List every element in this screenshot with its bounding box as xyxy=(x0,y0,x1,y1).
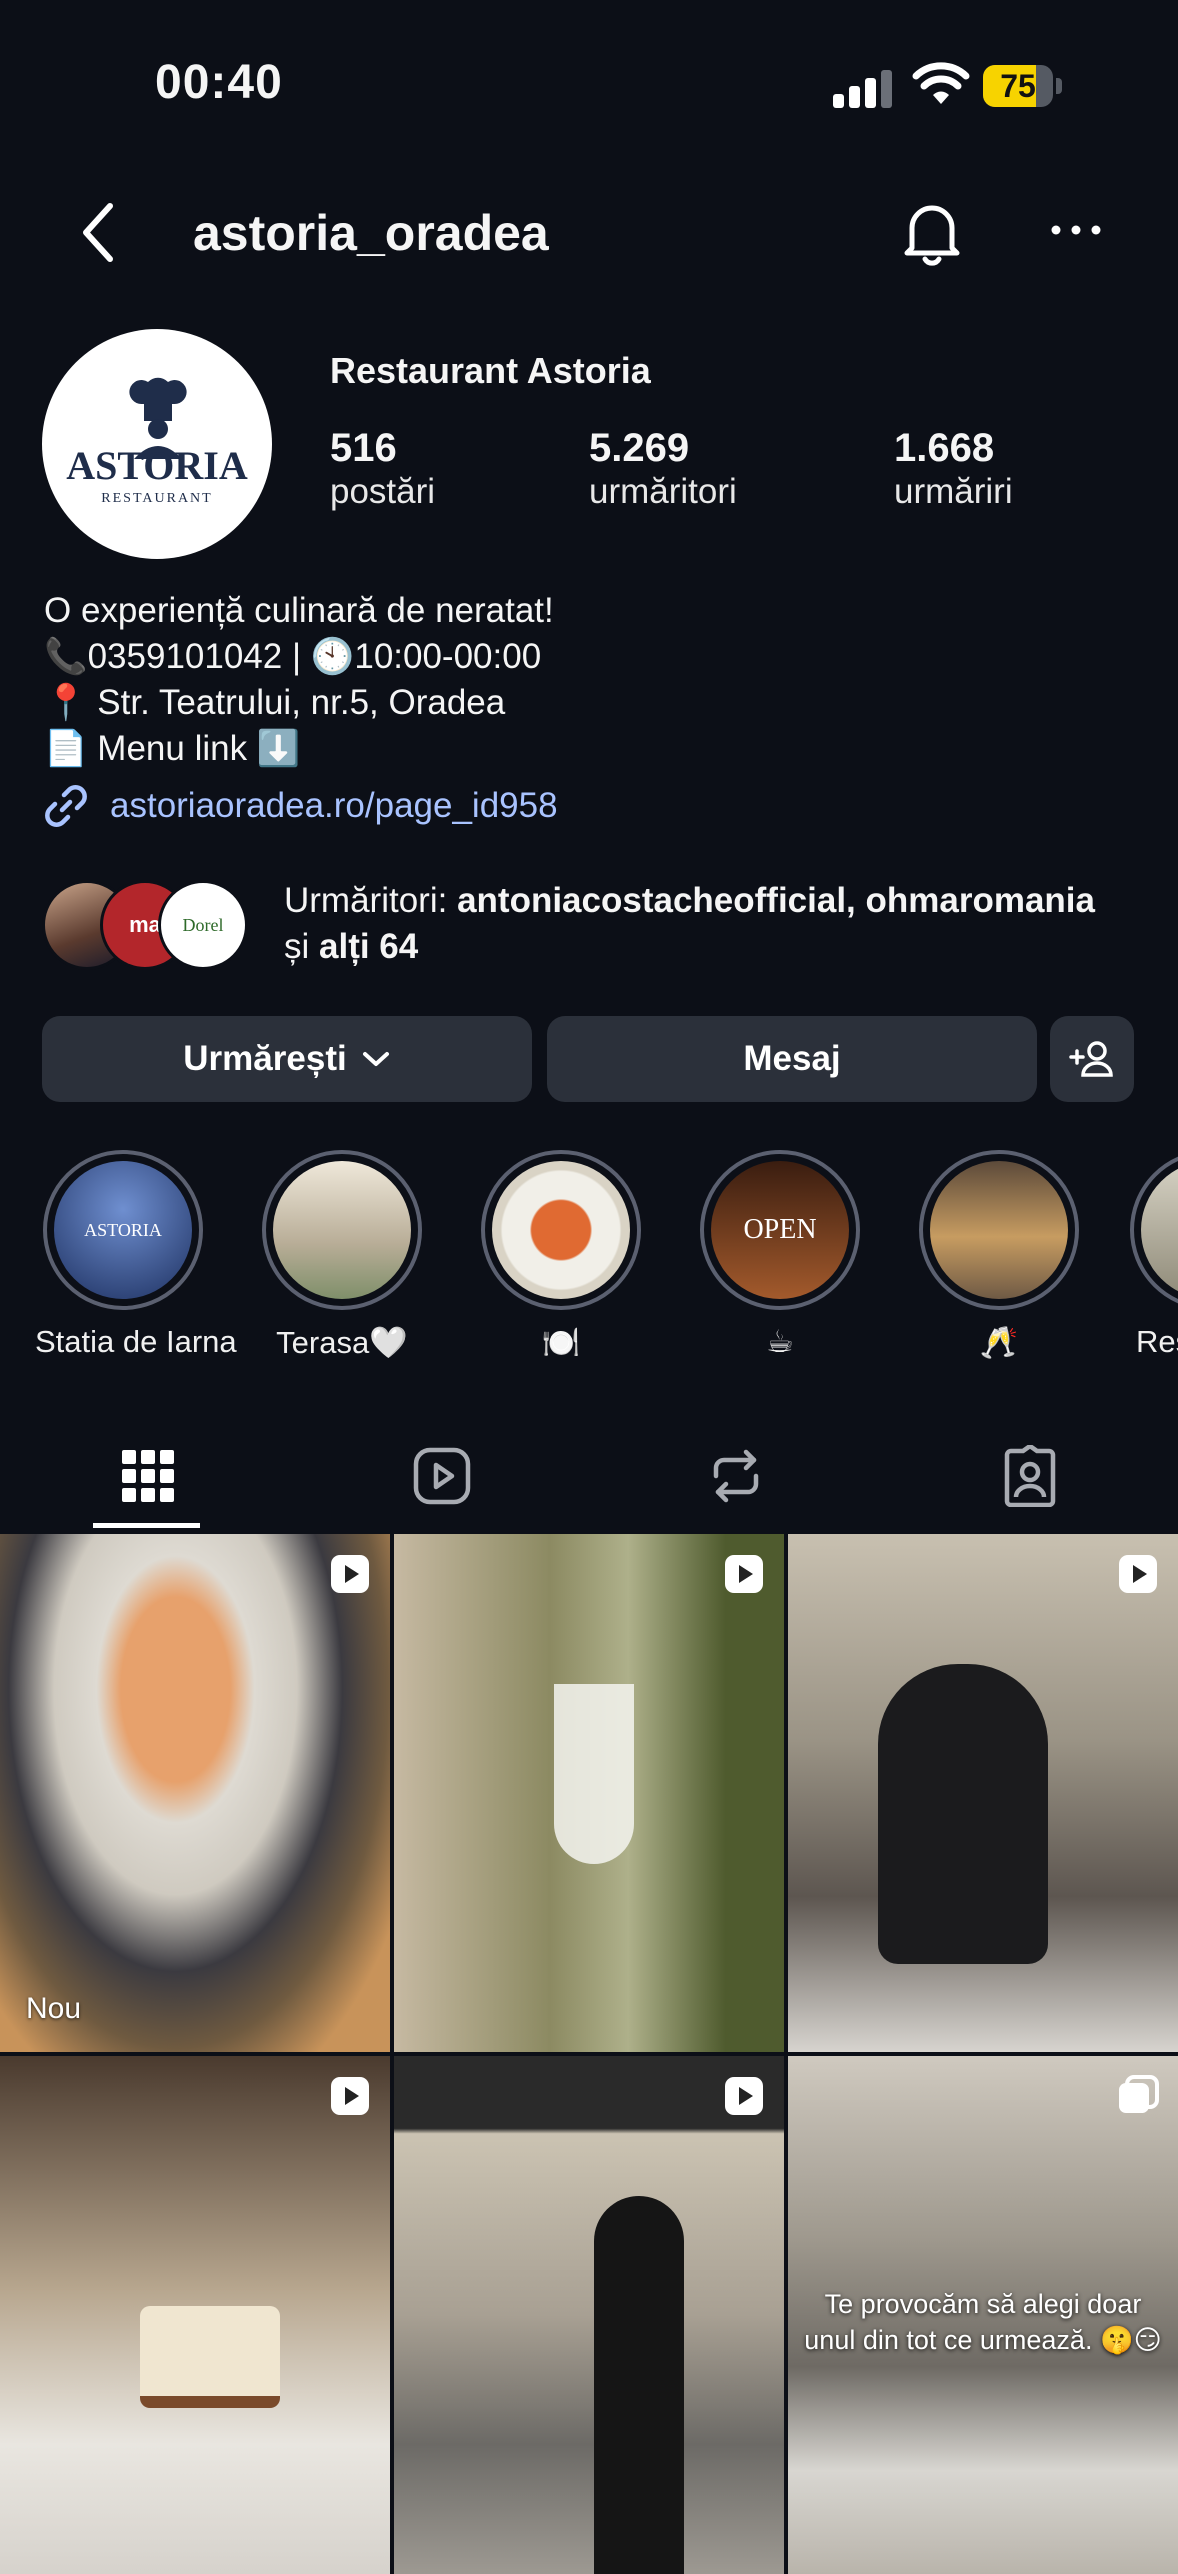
reel-icon xyxy=(725,2077,763,2115)
profile-link[interactable]: astoriaoradea.ro/page_id958 xyxy=(42,782,558,830)
back-arrow-icon[interactable] xyxy=(78,200,118,265)
add-user-button[interactable] xyxy=(1050,1016,1134,1102)
post-thumbnail[interactable] xyxy=(394,1534,784,2052)
stat-value: 1.668 xyxy=(894,426,995,470)
followed-by-text[interactable]: Urmăritori: antoniacostacheofficial, ohm… xyxy=(284,878,1154,970)
highlight-caption: 🍽️ xyxy=(541,1325,581,1360)
stat-posts[interactable]: 516 postări xyxy=(330,425,435,513)
active-tab-indicator xyxy=(93,1523,200,1528)
highlight-item[interactable]: OPEN ☕ xyxy=(692,1150,868,1360)
reels-icon xyxy=(413,1447,471,1505)
bio-line: O experiență culinară de neratat! xyxy=(44,591,554,630)
highlight-item[interactable]: Rest xyxy=(1130,1150,1178,1360)
highlight-caption: Statia de Iarna xyxy=(35,1324,237,1359)
message-button[interactable]: Mesaj xyxy=(547,1016,1037,1102)
wine-glass-shape xyxy=(554,1684,634,1864)
logo-wordmark: ASTORIA xyxy=(66,443,248,488)
post-thumbnail[interactable] xyxy=(0,2056,390,2574)
stat-value: 516 xyxy=(330,426,397,470)
bio-line: 📄 Menu link ⬇️ xyxy=(44,729,301,768)
bio-line: 📞0359101042 | 🕙10:00-00:00 xyxy=(44,637,542,676)
following-label: Urmărești xyxy=(183,1039,347,1078)
followed-prefix: Urmăritori: xyxy=(284,881,458,920)
tagged-person-icon xyxy=(1004,1445,1056,1507)
highlight-thumbnail xyxy=(273,1161,411,1299)
post-thumbnail[interactable]: Nou xyxy=(0,1534,390,2052)
chevron-down-icon xyxy=(362,1052,389,1066)
highlight-item[interactable]: Terasa🤍 xyxy=(254,1150,430,1361)
profile-bio: O experiență culinară de neratat! 📞03591… xyxy=(44,588,554,772)
highlight-item[interactable]: 🥂 xyxy=(911,1150,1087,1361)
profile-username: astoria_oradea xyxy=(193,205,549,261)
more-options-icon[interactable] xyxy=(1050,218,1102,242)
repost-icon xyxy=(713,1449,759,1503)
followed-names: antoniacostacheofficial, ohmaromania xyxy=(457,881,1095,920)
stat-following[interactable]: 1.668 urmăriri xyxy=(894,425,1013,513)
avatar-mark: ma xyxy=(129,912,161,937)
followed-by-avatars[interactable]: ma Dorel xyxy=(42,880,262,970)
followed-suffix: și xyxy=(284,927,319,966)
highlight-caption: Rest xyxy=(1136,1324,1178,1359)
profile-avatar[interactable]: ASTORIA RESTAURANT xyxy=(42,329,272,559)
highlight-ring xyxy=(1130,1150,1178,1310)
waiter-silhouette xyxy=(594,2196,684,2574)
reel-icon xyxy=(725,1555,763,1593)
bio-line: 📍 Str. Teatrului, nr.5, Oradea xyxy=(44,683,506,722)
cake-shape xyxy=(140,2306,280,2408)
stat-followers[interactable]: 5.269 urmăritori xyxy=(589,425,737,513)
post-overlay-text: Te provocăm să alegi doar unul din tot c… xyxy=(804,2289,1162,2355)
astoria-logo: ASTORIA RESTAURANT xyxy=(66,377,248,506)
followed-others: alți 64 xyxy=(319,927,419,966)
highlight-thumbnail xyxy=(930,1161,1068,1299)
highlight-caption: 🥂 xyxy=(979,1325,1019,1360)
tab-tagged[interactable] xyxy=(975,1432,1085,1520)
tab-grid[interactable] xyxy=(93,1432,203,1520)
highlight-caption: Terasa🤍 xyxy=(276,1325,408,1360)
link-text: astoriaoradea.ro/page_id958 xyxy=(110,786,558,825)
stat-label: postări xyxy=(330,472,436,511)
reel-icon xyxy=(331,1555,369,1593)
new-post-label: Nou xyxy=(26,1992,82,2025)
person-silhouette xyxy=(878,1664,1048,1964)
bell-icon[interactable] xyxy=(899,196,965,268)
logo-subtitle: RESTAURANT xyxy=(101,491,212,506)
avatar-mark: Dorel xyxy=(182,914,224,935)
add-person-icon xyxy=(1069,1041,1113,1077)
tab-reels[interactable] xyxy=(387,1432,497,1520)
highlight-caption: ☕ xyxy=(766,1324,794,1359)
reel-icon xyxy=(1119,1555,1157,1593)
following-button[interactable]: Urmărești xyxy=(42,1016,532,1102)
grid-icon xyxy=(122,1450,174,1502)
link-icon xyxy=(45,785,87,827)
post-thumbnail[interactable] xyxy=(788,1534,1178,2052)
profile-display-name: Restaurant Astoria xyxy=(330,350,651,391)
highlight-thumbnail: ASTORIA xyxy=(54,1161,192,1299)
stat-value: 5.269 xyxy=(589,426,690,470)
carousel-icon xyxy=(1119,2075,1159,2113)
reel-icon xyxy=(331,2077,369,2115)
highlight-thumbnail: OPEN xyxy=(711,1161,849,1299)
thumb-text: OPEN xyxy=(743,1214,817,1245)
wifi-icon xyxy=(912,62,970,104)
highlight-item[interactable]: 🍽️ xyxy=(473,1150,649,1361)
battery-indicator: 75 xyxy=(983,65,1063,107)
highlight-item[interactable]: ASTORIA Statia de Iarna xyxy=(35,1150,237,1360)
post-thumbnail[interactable]: Te provocăm să alegi doar unul din tot c… xyxy=(788,2056,1178,2574)
battery-percent: 75 xyxy=(1000,68,1036,104)
message-label: Mesaj xyxy=(743,1039,841,1078)
stat-label: urmăriri xyxy=(894,472,1013,511)
thumb-text: ASTORIA xyxy=(84,1219,162,1240)
cellular-signal-icon xyxy=(833,68,893,108)
post-thumbnail[interactable] xyxy=(394,2056,784,2574)
status-time: 00:40 xyxy=(155,56,283,109)
follower-avatar: Dorel xyxy=(158,880,248,970)
stat-label: urmăritori xyxy=(589,472,737,511)
highlight-thumbnail xyxy=(492,1161,630,1299)
tab-reposts[interactable] xyxy=(681,1432,791,1520)
highlight-thumbnail xyxy=(1141,1161,1178,1299)
